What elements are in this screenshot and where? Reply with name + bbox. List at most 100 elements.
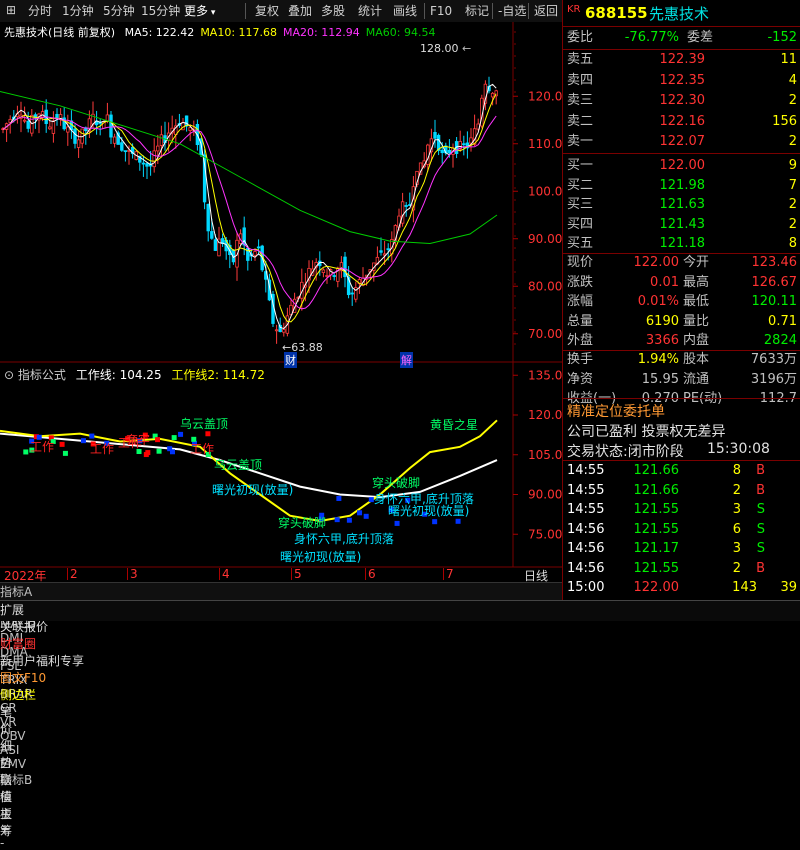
candle-body (156, 145, 160, 152)
grid-icon[interactable]: ⊞ (6, 3, 16, 17)
signal-dot (346, 517, 352, 523)
toolbar-separator (424, 3, 425, 19)
candle-body (66, 126, 70, 133)
status-item-3[interactable]: 新用户福利专享 (0, 652, 800, 669)
stat-row-4: 外盘 3366 内盘 2824 (563, 331, 800, 351)
toolbar-item-8[interactable]: 统计 (358, 3, 382, 19)
toolbar-item-9[interactable]: 画线 (393, 3, 417, 19)
date-label-5: 6 (368, 567, 376, 581)
candle-body (123, 150, 128, 153)
candle-body (447, 149, 452, 154)
bid-vol: 9 (788, 158, 797, 173)
stat2-label: 换手 (567, 352, 594, 367)
tick-time: 14:55 (567, 463, 605, 478)
ask-row-2: 卖三 122.30 2 (563, 91, 800, 111)
status-item-2[interactable]: 财富圈 (0, 635, 800, 652)
date-label-3: 4 (222, 567, 230, 581)
tick-vol: 3 (732, 502, 741, 517)
kline-chart[interactable]: 120.0 110.0 100.0 90.00 80.00 70.00 135.0 120.… (0, 22, 562, 582)
signal-dot (394, 520, 400, 526)
tick-side: S (756, 541, 765, 556)
price-tick-label: 80.00 (528, 279, 562, 293)
promo-link[interactable]: 精准定位委托单 (567, 401, 665, 421)
toolbar-item-6[interactable]: 叠加 (288, 3, 312, 19)
candle-body (404, 205, 408, 207)
candle-body (321, 269, 326, 274)
stat2-value: 112.7 (759, 391, 797, 406)
signal-dot (80, 438, 86, 444)
date-tick (443, 568, 444, 580)
tick-vol: 8 (732, 463, 741, 478)
candle-body (256, 246, 261, 249)
date-tick (67, 568, 68, 580)
annotation-4: 穿头破脚 (278, 516, 327, 530)
status-right-0[interactable]: 笔 (0, 703, 800, 720)
signal-dot (363, 513, 369, 519)
bid-vol: 2 (788, 197, 797, 212)
event-tag-finance[interactable]: 财 (284, 352, 297, 368)
indicator-name[interactable]: 指标公式 (18, 368, 66, 382)
status-item-0[interactable]: 扩展 (0, 601, 800, 618)
status-right-5[interactable]: 值 (0, 788, 800, 805)
status-right-2[interactable]: 细 (0, 737, 800, 754)
toolbar-item-2[interactable]: 5分钟 (103, 3, 135, 19)
collapse-icon[interactable]: ⊙ (4, 368, 14, 382)
toolbar-item-13[interactable]: 返回 (534, 3, 558, 19)
tab-指标a[interactable]: 指标A (0, 583, 562, 600)
tick-time: 15:00 (567, 580, 605, 595)
signal-dot (23, 449, 29, 455)
tick-side: 39 (780, 580, 797, 595)
stat-label: 量比 (683, 313, 710, 329)
annotation-5: 穿头破脚 (372, 476, 421, 490)
indicator-legend[interactable]: ⊙ 指标公式 工作线: 104.25 工作线2: 114.72 (4, 366, 265, 383)
toolbar-item-11[interactable]: 标记 (465, 3, 489, 19)
status-item-5[interactable]: 侧边栏 (0, 686, 800, 703)
tick-time: 14:56 (567, 521, 605, 537)
toolbar-item-4[interactable]: 更多 ▾ (184, 3, 215, 19)
ask-row-1: 卖四 122.35 4 (563, 71, 800, 91)
signal-dot (89, 433, 95, 439)
candle-body (145, 163, 149, 167)
toolbar-item-10[interactable]: F10 (430, 3, 452, 19)
price-tick-label: 110.0 (528, 137, 562, 151)
tick-row-3: 14:56 121.55 6 S (563, 520, 800, 540)
status-right-4[interactable]: 联 (0, 771, 800, 788)
candle-body (76, 139, 81, 148)
indicator-tick-label: 90.00 (528, 488, 562, 502)
ma-label-2: MA20: 112.94 (283, 26, 360, 39)
trade-time: 15:30:08 (707, 441, 770, 457)
signal-dot (455, 518, 461, 524)
divider (563, 398, 800, 399)
candle-body (350, 292, 354, 295)
stat-value: 120.11 (751, 294, 798, 309)
toolbar-item-5[interactable]: 复权 (255, 3, 279, 19)
stat2-row-0: 换手 1.94% 股本 7633万 (563, 350, 800, 370)
stat-row-0: 现价 122.00 今开 123.46 (563, 253, 800, 273)
status-right-1[interactable]: 价 (0, 720, 800, 737)
annotation-1: 乌云盖顶 (214, 458, 263, 472)
candle-body (469, 137, 473, 144)
stat-label: 涨幅 (567, 294, 594, 309)
toolbar-item-1[interactable]: 1分钟 (62, 3, 94, 19)
indicator-tick-label: 135.0 (528, 368, 562, 382)
annotation-10: 工作 (30, 440, 55, 454)
status-right-3[interactable]: 势 (0, 754, 800, 771)
price-tick-label: 120.0 (528, 89, 562, 103)
market-tag: KR (567, 4, 581, 15)
signal-dot (178, 431, 184, 437)
toolbar-item-0[interactable]: 分时 (28, 3, 52, 19)
status-right-6[interactable]: 主 (0, 805, 800, 822)
ask-label: 卖三 (567, 93, 594, 108)
ask-price: 122.35 (659, 72, 706, 88)
toolbar-item-3[interactable]: 15分钟 (141, 3, 180, 19)
high-marker: 128.00 ← (420, 42, 472, 55)
status-item-4[interactable]: 图文F10 (0, 669, 800, 686)
annotation-3: 曙光初现(放量) (212, 483, 294, 497)
status-right-7[interactable]: 筹 (0, 822, 800, 839)
stat-label: 总量 (567, 313, 594, 329)
event-tag-unlock[interactable]: 解 (400, 352, 413, 368)
status-item-1[interactable]: 关联报价 (0, 618, 800, 635)
toolbar-item-7[interactable]: 多股 (321, 3, 345, 19)
toolbar-item-12[interactable]: -自选 (498, 3, 526, 19)
quote-panel: KR 688155 先惠技术 委比 -76.77% 委差 -152 卖五 122.39 11 卖四 1… (562, 0, 800, 600)
